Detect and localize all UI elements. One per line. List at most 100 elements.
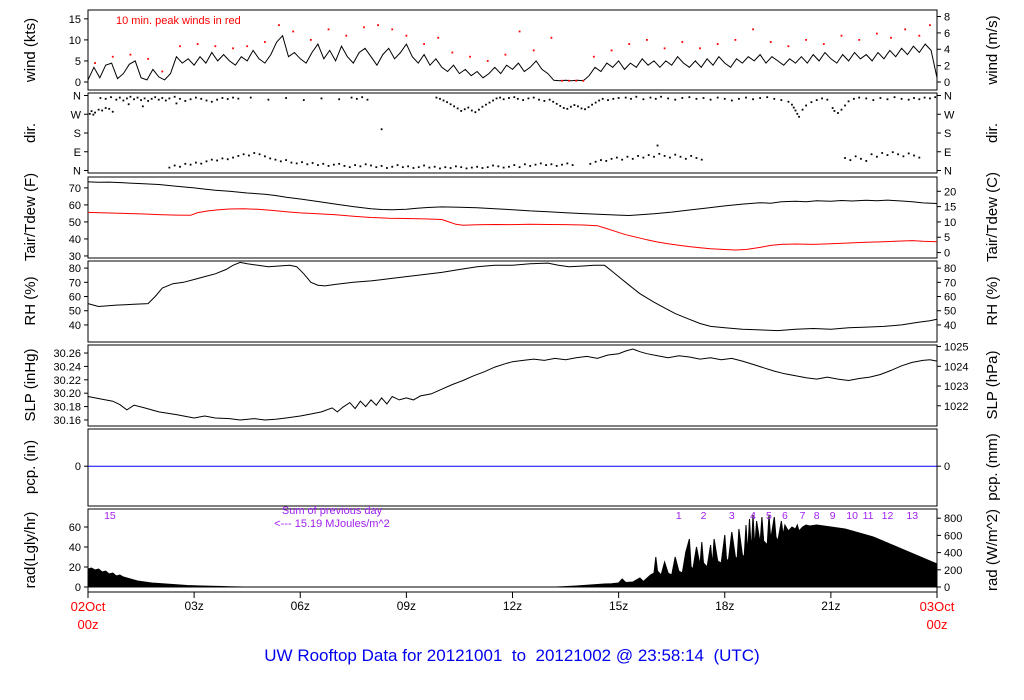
point-wind_direction_deg [306, 163, 309, 166]
point-peak_wind_kts [699, 47, 701, 50]
tick-label-wind-right: 4 [944, 44, 950, 56]
tick-label-wind-right: 6 [944, 28, 950, 40]
tick-label-rad-right: 0 [944, 582, 950, 594]
point-peak_wind_kts [161, 70, 164, 73]
point-wind_direction_deg [522, 99, 525, 101]
point-wind_direction_deg [194, 96, 197, 99]
point-wind_direction_deg [934, 96, 937, 99]
point-wind_direction_deg [90, 110, 93, 113]
point-peak_wind_kts [391, 28, 394, 31]
point-wind_direction_deg [796, 112, 799, 115]
point-peak_wind_kts [214, 45, 217, 48]
point-wind_direction_deg [810, 101, 813, 104]
point-wind_direction_deg [860, 157, 862, 160]
point-wind_direction_deg [401, 166, 404, 169]
point-wind_direction_deg [455, 165, 457, 168]
point-peak_wind_kts [822, 43, 825, 46]
tick-label-tair-right: 20 [944, 186, 956, 198]
point-wind_direction_deg [642, 156, 645, 159]
point-wind_direction_deg [327, 165, 330, 167]
tick-label-slp-left: 30.24 [53, 361, 81, 373]
point-wind_direction_deg [681, 97, 684, 99]
point-peak_wind_kts [582, 79, 585, 82]
point-wind_direction_deg [518, 166, 521, 169]
point-wind_direction_deg [831, 107, 834, 109]
tick-label-tair-right: 0 [944, 248, 950, 260]
point-wind_direction_deg [548, 98, 551, 101]
point-wind_direction_deg [902, 155, 905, 158]
point-wind_direction_deg [690, 155, 693, 157]
point-wind_direction_deg [532, 96, 535, 99]
time-label-03z: 03z [184, 599, 203, 613]
tick-label-dir-left: N [73, 166, 81, 178]
point-wind_direction_deg [226, 158, 229, 161]
point-wind_direction_deg [513, 96, 516, 99]
point-wind_direction_deg [412, 167, 415, 169]
point-wind_direction_deg [285, 97, 287, 99]
point-wind_direction_deg [516, 97, 519, 100]
point-wind_direction_deg [907, 98, 910, 101]
tick-label-rh-left: 70 [69, 277, 81, 289]
point-peak_wind_kts [805, 38, 808, 41]
point-wind_direction_deg [875, 155, 878, 158]
point-wind_direction_deg [460, 166, 463, 169]
point-wind_direction_deg [460, 110, 463, 112]
point-wind_direction_deg [700, 158, 703, 161]
point-wind_direction_deg [584, 108, 586, 111]
rad-hour-marker-2: 2 [701, 510, 707, 522]
point-wind_direction_deg [301, 161, 303, 164]
point-wind_direction_deg [508, 97, 510, 99]
point-wind_direction_deg [111, 110, 114, 113]
point-wind_direction_deg [332, 163, 335, 166]
point-peak_wind_kts [504, 53, 507, 56]
date-label-end-line2: 00z [927, 617, 948, 632]
axis-title-rad-lgly: rad(Lgly/hr) [22, 511, 39, 589]
peak-wind-note: 10 min. peak winds in red [116, 15, 241, 27]
point-wind_direction_deg [474, 111, 477, 114]
point-wind_direction_deg [428, 166, 431, 169]
point-wind_direction_deg [635, 95, 638, 98]
point-wind_direction_deg [127, 103, 130, 106]
point-wind_direction_deg [801, 108, 804, 111]
point-wind_direction_deg [168, 97, 171, 100]
point-wind_direction_deg [492, 99, 494, 102]
point-wind_direction_deg [502, 166, 505, 169]
point-wind_direction_deg [674, 153, 677, 156]
point-wind_direction_deg [122, 99, 125, 102]
point-wind_direction_deg [550, 163, 553, 166]
point-wind_direction_deg [538, 98, 540, 101]
point-wind_direction_deg [439, 97, 441, 100]
point-wind_direction_deg [350, 96, 353, 99]
point-wind_direction_deg [653, 155, 655, 158]
tick-label-slp-left: 30.16 [53, 415, 81, 427]
point-wind_direction_deg [879, 97, 882, 99]
point-peak_wind_kts [345, 34, 348, 37]
point-wind_direction_deg [669, 156, 671, 159]
tick-label-rad-left: 20 [69, 562, 81, 574]
point-peak_wind_kts [592, 55, 595, 58]
point-wind_direction_deg [249, 96, 252, 99]
point-wind_direction_deg [815, 99, 818, 101]
point-wind_direction_deg [129, 95, 132, 98]
point-wind_direction_deg [269, 157, 272, 160]
tick-label-slp-right: 1022 [944, 401, 968, 413]
point-peak_wind_kts [111, 55, 114, 58]
point-wind_direction_deg [649, 96, 652, 99]
point-wind_direction_deg [348, 166, 351, 169]
tick-label-wind-left: 15 [69, 14, 81, 26]
point-wind_direction_deg [688, 96, 691, 99]
point-wind_direction_deg [794, 109, 797, 112]
point-wind_direction_deg [355, 97, 358, 100]
point-wind_direction_deg [364, 163, 367, 166]
point-peak_wind_kts [232, 47, 234, 50]
point-wind_direction_deg [674, 98, 677, 101]
point-wind_direction_deg [361, 96, 364, 99]
tick-label-wind-left: 5 [75, 56, 81, 68]
point-wind_direction_deg [467, 106, 470, 109]
point-wind_direction_deg [205, 160, 208, 163]
tick-label-tair-left: 60 [69, 200, 81, 212]
point-wind_direction_deg [97, 108, 100, 111]
panel-frame-slp [87, 344, 938, 427]
figure-title: UW Rooftop Data for 20121001 to 20121002… [264, 646, 760, 665]
point-wind_direction_deg [407, 165, 410, 168]
